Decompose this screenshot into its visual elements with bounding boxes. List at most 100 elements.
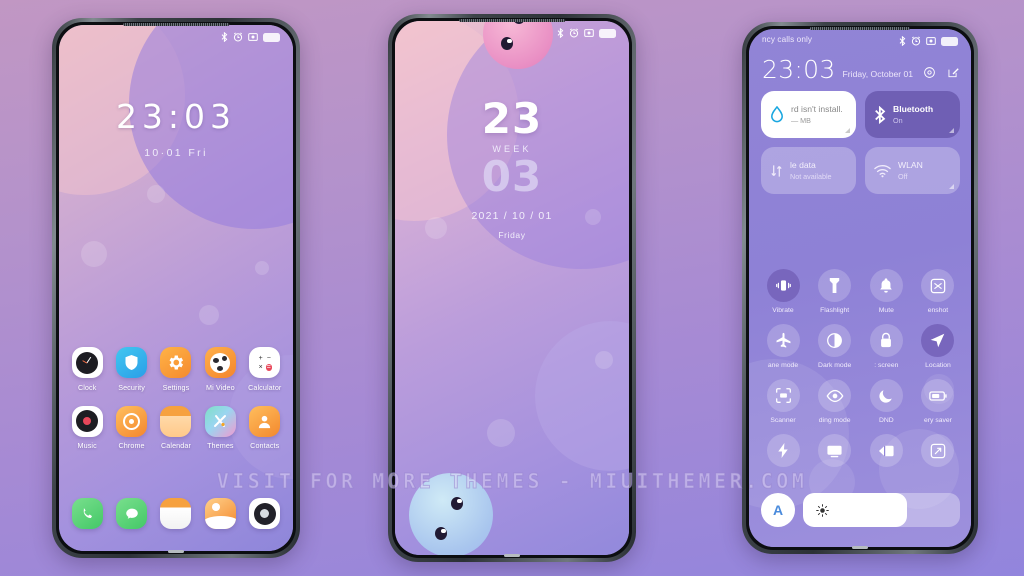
toggle-location[interactable]: Location bbox=[914, 324, 962, 369]
bluetooth-icon bbox=[899, 36, 906, 46]
app-label: Security bbox=[118, 382, 145, 392]
lockscreen-date: 2021 / 10 / 01 bbox=[471, 209, 553, 222]
toggle-screenshot[interactable]: enshot bbox=[914, 269, 962, 314]
bottom-speaker-icon bbox=[852, 546, 868, 549]
scanner-icon bbox=[766, 379, 800, 412]
phone2-status-bar bbox=[557, 28, 616, 38]
toggle-expand[interactable] bbox=[914, 434, 962, 472]
cast-icon bbox=[818, 434, 852, 467]
toggle-dark-mode[interactable]: Dark mode bbox=[811, 324, 859, 369]
app-label: Music bbox=[77, 441, 97, 450]
tile-expand-icon[interactable] bbox=[949, 128, 954, 133]
lockscreen-minute: 03 bbox=[481, 151, 543, 201]
tile-wlan[interactable]: WLAN Off bbox=[865, 147, 960, 194]
phone2-lockscreen-clock: 23 WEEK 03 2021 / 10 / 01 Friday bbox=[395, 98, 629, 240]
cc-time: 23:03 bbox=[762, 55, 836, 84]
toggle-row-1: Vibrate Flashlight Mute enshot bbox=[759, 269, 962, 314]
edit-icon[interactable] bbox=[947, 66, 960, 79]
tile-bluetooth[interactable]: Bluetooth On bbox=[865, 91, 960, 138]
toggle-label: ery saver bbox=[923, 417, 952, 424]
alarm-icon bbox=[569, 28, 579, 38]
airplane-icon bbox=[766, 324, 800, 357]
toggle-vibrate[interactable]: Vibrate bbox=[759, 269, 807, 314]
themes-icon bbox=[204, 405, 236, 437]
mobile-data-icon bbox=[771, 164, 782, 177]
app-label: Settings bbox=[162, 382, 190, 392]
app-music[interactable]: Music bbox=[67, 405, 107, 450]
toggle-dnd[interactable]: DND bbox=[862, 379, 910, 424]
phone1-lockscreen-clock: 23:03 10·01 Fri bbox=[59, 97, 293, 159]
tile-sub: Not available bbox=[790, 171, 832, 181]
toggle-scanner[interactable]: Scanner bbox=[759, 379, 807, 424]
toggle-lock-screen[interactable]: : screen bbox=[862, 324, 910, 369]
app-settings[interactable]: Settings bbox=[156, 347, 196, 392]
camera-icon[interactable] bbox=[249, 498, 281, 529]
lightning-icon bbox=[766, 434, 800, 467]
tile-sub: Off bbox=[898, 171, 908, 181]
toggle-label: Scanner bbox=[770, 417, 796, 424]
gallery-icon[interactable] bbox=[204, 498, 236, 529]
toggle-grid: Vibrate Flashlight Mute enshot ane mode … bbox=[759, 269, 962, 482]
toggle-label: Mute bbox=[878, 307, 894, 314]
quick-settings-tiles: rd isn't install. — MB Bluetooth On le d… bbox=[761, 91, 960, 203]
battery-saver-icon bbox=[921, 379, 955, 412]
brightness-slider-fill bbox=[803, 493, 907, 527]
toggle-data-saver[interactable] bbox=[862, 434, 910, 472]
app-label: Chrome bbox=[118, 441, 145, 450]
lockscreen-weekday: Friday bbox=[498, 229, 526, 240]
toggle-airplane-mode[interactable]: ane mode bbox=[759, 324, 807, 369]
toggle-label: DND bbox=[878, 417, 894, 424]
app-label: Calculator bbox=[248, 382, 282, 392]
message-icon[interactable] bbox=[116, 498, 148, 529]
cc-header-actions bbox=[923, 66, 960, 79]
toggle-battery-saver[interactable]: ery saver bbox=[914, 379, 962, 424]
app-security[interactable]: Security bbox=[112, 347, 152, 392]
phone-icon[interactable] bbox=[71, 498, 103, 529]
app-label: Contacts bbox=[250, 441, 280, 450]
tile-storage[interactable]: rd isn't install. — MB bbox=[761, 91, 856, 138]
toggle-row-2: ane mode Dark mode : screen Location bbox=[759, 324, 962, 369]
tile-row-2: le data Not available WLAN Off bbox=[761, 147, 960, 194]
tile-sub: — MB bbox=[791, 115, 811, 125]
toggle-label: ding mode bbox=[818, 417, 851, 424]
toggle-flashlight[interactable]: Flashlight bbox=[811, 269, 859, 314]
app-calculator[interactable]: + − × = Calculator bbox=[245, 347, 285, 392]
toggle-cast[interactable] bbox=[811, 434, 859, 472]
alarm-icon bbox=[233, 32, 243, 42]
toggle-lightning[interactable] bbox=[759, 434, 807, 472]
calculator-icon: + − × = bbox=[249, 347, 281, 378]
tile-expand-icon[interactable] bbox=[845, 128, 850, 133]
earpiece-grille-icon bbox=[459, 19, 565, 22]
app-contacts[interactable]: Contacts bbox=[245, 405, 285, 450]
tile-mobile-data[interactable]: le data Not available bbox=[761, 147, 856, 194]
auto-brightness-button[interactable]: A bbox=[761, 493, 795, 527]
tile-expand-icon[interactable] bbox=[949, 184, 954, 189]
tile-name: Bluetooth bbox=[893, 103, 934, 114]
settings-gear-icon[interactable] bbox=[923, 66, 936, 79]
chrome-icon bbox=[116, 405, 148, 437]
sun-icon bbox=[816, 503, 829, 517]
app-clock[interactable]: Clock bbox=[67, 347, 107, 392]
earpiece-grille-icon bbox=[809, 27, 911, 30]
toggle-reading-mode[interactable]: ding mode bbox=[811, 379, 859, 424]
app-label: Mi Video bbox=[206, 382, 235, 392]
toggle-mute[interactable]: Mute bbox=[862, 269, 910, 314]
toggle-row-4 bbox=[759, 434, 962, 472]
app-calendar[interactable]: Calendar bbox=[156, 405, 196, 450]
app-themes[interactable]: Themes bbox=[200, 405, 240, 450]
app-chrome[interactable]: Chrome bbox=[112, 405, 152, 450]
app-row-2: Music Chrome Calendar Themes Contacts bbox=[65, 405, 287, 450]
control-center-header: 23:03 Friday, October 01 bbox=[762, 57, 960, 82]
screenshot-icon bbox=[584, 29, 594, 37]
screenshot-icon bbox=[248, 33, 258, 41]
brightness-slider[interactable] bbox=[803, 493, 960, 527]
bell-icon bbox=[869, 269, 903, 302]
moon-icon bbox=[869, 379, 903, 412]
tile-sub: On bbox=[893, 115, 903, 125]
browser-icon[interactable] bbox=[160, 498, 192, 529]
toggle-label: Vibrate bbox=[772, 307, 794, 314]
music-icon bbox=[71, 405, 103, 437]
app-grid: Clock Security Settings Mi Video + − × =… bbox=[65, 347, 287, 464]
app-mi-video[interactable]: Mi Video bbox=[200, 347, 240, 392]
shield-icon bbox=[116, 347, 148, 378]
